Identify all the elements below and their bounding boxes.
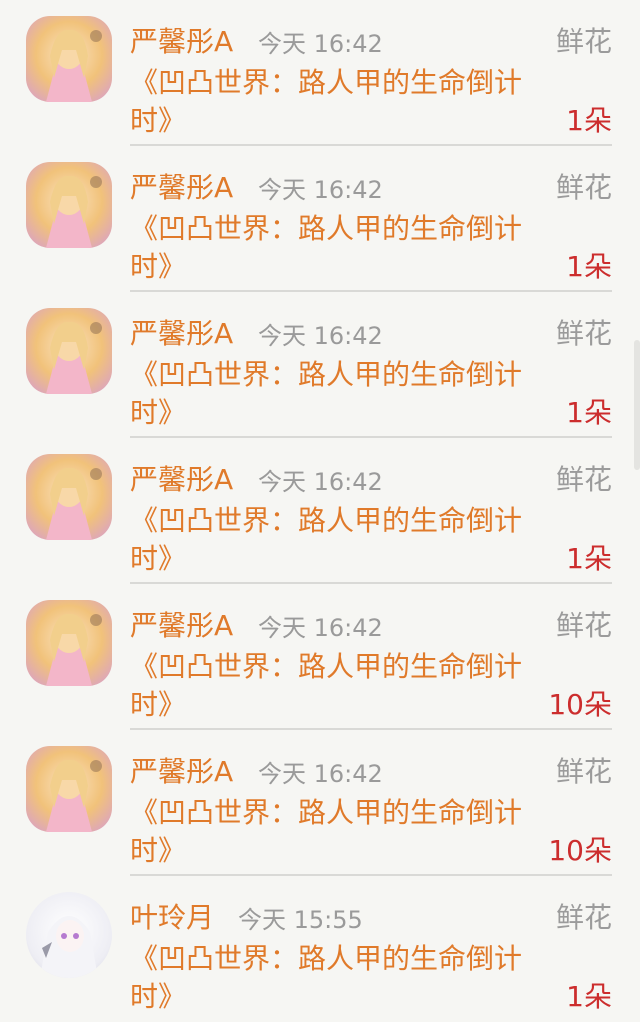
avatar[interactable] (26, 746, 112, 832)
book-title[interactable]: 《凹凸世界：路人甲的生命倒计时》 (130, 356, 554, 432)
book-title[interactable]: 《凹凸世界：路人甲的生命倒计时》 (130, 648, 526, 724)
flower-count: 1朵 (566, 250, 612, 283)
scrollbar[interactable] (634, 340, 640, 470)
anime-girl-avatar-icon (26, 16, 112, 102)
username[interactable]: 严馨彤A (130, 752, 233, 792)
flower-record-list: 严馨彤A 今天 16:42 鲜花 《凹凸世界：路人甲的生命倒计时》 1朵 严馨彤… (0, 0, 640, 1022)
avatar[interactable] (26, 600, 112, 686)
avatar[interactable] (26, 162, 112, 248)
anime-girl-avatar-icon (26, 600, 112, 686)
timestamp: 今天 16:42 (258, 322, 383, 350)
book-title[interactable]: 《凹凸世界：路人甲的生命倒计时》 (130, 210, 554, 286)
book-title[interactable]: 《凹凸世界：路人甲的生命倒计时》 (130, 64, 554, 140)
book-title[interactable]: 《凹凸世界：路人甲的生命倒计时》 (130, 794, 526, 870)
list-item[interactable]: 叶玲月 今天 15:55 鲜花 《凹凸世界：路人甲的生命倒计时》 1朵 (0, 876, 640, 1022)
list-item[interactable]: 严馨彤A 今天 16:42 鲜花 《凹凸世界：路人甲的生命倒计时》 1朵 (0, 146, 640, 292)
flower-count: 10朵 (548, 834, 612, 867)
username[interactable]: 叶玲月 (130, 898, 214, 938)
username[interactable]: 严馨彤A (130, 460, 233, 500)
timestamp: 今天 16:42 (258, 614, 383, 642)
avatar[interactable] (26, 892, 112, 978)
flower-count: 1朵 (566, 396, 612, 429)
book-title[interactable]: 《凹凸世界：路人甲的生命倒计时》 (130, 940, 554, 1016)
gift-type: 鲜花 (555, 901, 612, 934)
flower-count: 1朵 (566, 980, 612, 1013)
flower-count: 1朵 (566, 542, 612, 575)
flower-count: 1朵 (566, 104, 612, 137)
username[interactable]: 严馨彤A (130, 606, 233, 646)
anime-girl-avatar-icon (26, 892, 112, 978)
book-title[interactable]: 《凹凸世界：路人甲的生命倒计时》 (130, 502, 554, 578)
list-item[interactable]: 严馨彤A 今天 16:42 鲜花 《凹凸世界：路人甲的生命倒计时》 10朵 (0, 584, 640, 730)
username[interactable]: 严馨彤A (130, 168, 233, 208)
timestamp: 今天 15:55 (238, 906, 363, 934)
anime-girl-avatar-icon (26, 308, 112, 394)
anime-girl-avatar-icon (26, 454, 112, 540)
gift-type: 鲜花 (555, 171, 612, 204)
list-item[interactable]: 严馨彤A 今天 16:42 鲜花 《凹凸世界：路人甲的生命倒计时》 10朵 (0, 730, 640, 876)
list-item[interactable]: 严馨彤A 今天 16:42 鲜花 《凹凸世界：路人甲的生命倒计时》 1朵 (0, 438, 640, 584)
avatar[interactable] (26, 308, 112, 394)
list-item[interactable]: 严馨彤A 今天 16:42 鲜花 《凹凸世界：路人甲的生命倒计时》 1朵 (0, 0, 640, 146)
avatar[interactable] (26, 16, 112, 102)
username[interactable]: 严馨彤A (130, 314, 233, 354)
username[interactable]: 严馨彤A (130, 22, 233, 62)
timestamp: 今天 16:42 (258, 760, 383, 788)
list-item[interactable]: 严馨彤A 今天 16:42 鲜花 《凹凸世界：路人甲的生命倒计时》 1朵 (0, 292, 640, 438)
timestamp: 今天 16:42 (258, 176, 383, 204)
gift-type: 鲜花 (555, 317, 612, 350)
gift-type: 鲜花 (555, 755, 612, 788)
anime-girl-avatar-icon (26, 746, 112, 832)
timestamp: 今天 16:42 (258, 468, 383, 496)
gift-type: 鲜花 (555, 25, 612, 58)
gift-type: 鲜花 (555, 609, 612, 642)
avatar[interactable] (26, 454, 112, 540)
timestamp: 今天 16:42 (258, 30, 383, 58)
flower-count: 10朵 (548, 688, 612, 721)
gift-type: 鲜花 (555, 463, 612, 496)
anime-girl-avatar-icon (26, 162, 112, 248)
